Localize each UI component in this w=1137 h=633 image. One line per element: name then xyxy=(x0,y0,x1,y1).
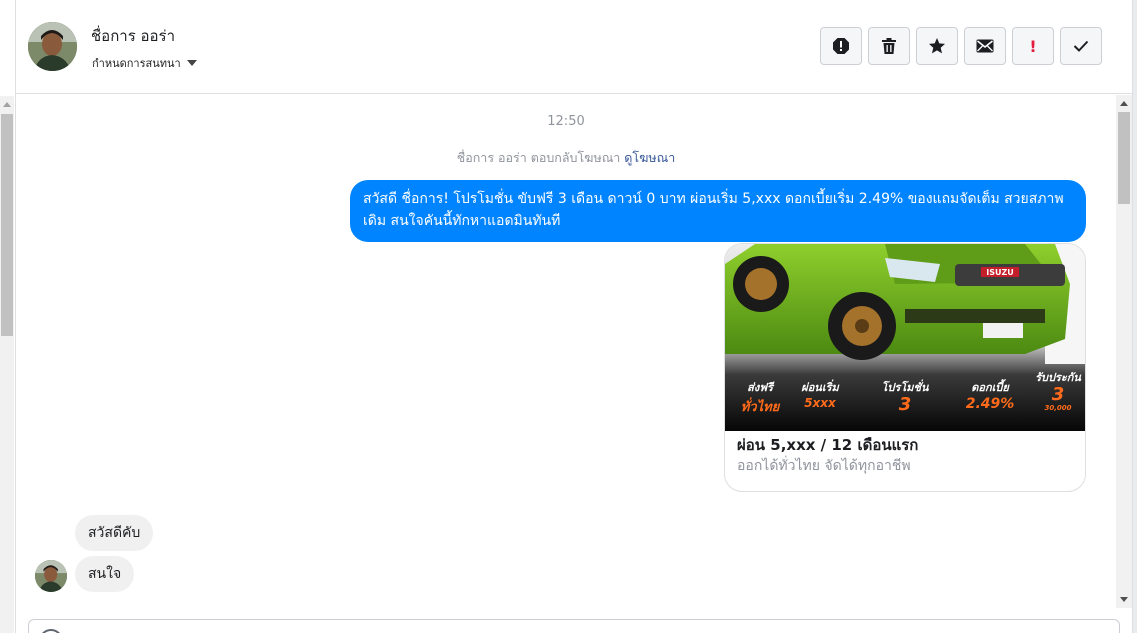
message-thread[interactable]: 12:50 ชื่อการ ออร่า ตอบกลับโฆษณา ดูโฆษณา… xyxy=(16,95,1116,615)
caret-down-icon xyxy=(186,60,197,66)
check-icon xyxy=(1073,40,1089,52)
thread-scrollbar[interactable] xyxy=(1116,95,1132,608)
promo-installment-value: 5xxx xyxy=(804,396,836,410)
contact-name[interactable]: ชื่อการ ออร่า xyxy=(91,24,175,48)
incoming-message[interactable]: สวัสดีคับ xyxy=(75,515,154,551)
conversation-header: ชื่อการ ออร่า กำหนดการสนทนา ! xyxy=(16,0,1132,94)
promo-installment-label: ผ่อนเริ่ม xyxy=(801,381,839,394)
promo-free-shipping: ส่งฟรี xyxy=(747,381,773,394)
mail-icon xyxy=(976,39,994,53)
message-composer[interactable] xyxy=(28,619,1120,633)
conversation-panel: ชื่อการ ออร่า กำหนดการสนทนา ! 12:50 ชื่อ… xyxy=(15,0,1133,633)
promo-warranty-note: 30,000 xyxy=(1044,404,1072,412)
scrollbar-thumb[interactable] xyxy=(1118,112,1130,204)
delete-button[interactable] xyxy=(868,27,910,65)
avatar[interactable] xyxy=(28,22,77,71)
trash-icon xyxy=(882,38,896,54)
star-icon xyxy=(929,38,945,54)
scroll-up-arrow-icon[interactable] xyxy=(1120,101,1128,106)
mark-unread-button[interactable] xyxy=(964,27,1006,65)
emoji-icon[interactable] xyxy=(39,629,63,633)
promo-interest-value: 2.49% xyxy=(965,396,1015,412)
promo-interest-label: ดอกเบี้ย xyxy=(971,381,1009,394)
header-actions: ! xyxy=(820,27,1102,65)
promo-warranty-value: 3 xyxy=(1051,384,1065,405)
conversation-settings-label: กำหนดการสนทนา xyxy=(92,57,181,70)
mark-spam-button[interactable] xyxy=(820,27,862,65)
view-ad-link[interactable]: ดูโฆษณา xyxy=(624,150,675,165)
ad-reply-notice: ชื่อการ ออร่า ตอบกลับโฆษณา ดูโฆษณา xyxy=(16,148,1116,168)
conversation-settings-dropdown[interactable]: กำหนดการสนทนา xyxy=(92,54,197,72)
messenger-page: ชื่อการ ออร่า กำหนดการสนทนา ! 12:50 ชื่อ… xyxy=(0,0,1137,633)
mark-done-button[interactable] xyxy=(1060,27,1102,65)
promo-promotion-value: 3 xyxy=(898,394,912,415)
spam-alert-icon xyxy=(833,38,849,54)
message-timestamp: 12:50 xyxy=(547,114,585,129)
star-button[interactable] xyxy=(916,27,958,65)
ad-promo-strip: ส่งฟรี ทั่วไทย ผ่อนเริ่ม 5xxx โปรโมชั่น … xyxy=(725,371,1085,431)
ad-description: ออกได้ทั่วไทย จัดได้ทุกอาชีพ xyxy=(737,458,911,474)
ad-card[interactable]: ISUZU ส่งฟรี ทั่วไทย ผ่อนเริ่ม 5xxx โปรโ… xyxy=(724,243,1086,492)
ad-image: ISUZU ส่งฟรี ทั่วไทย ผ่อนเริ่ม 5xxx โปรโ… xyxy=(725,244,1085,431)
outgoing-message[interactable]: สวัสดี ชื่อการ! โปรโมชั่น ขับฟรี 3 เดือน… xyxy=(350,180,1086,242)
incoming-message[interactable]: สนใจ xyxy=(75,556,135,592)
mark-important-button[interactable]: ! xyxy=(1012,27,1054,65)
scroll-down-arrow-icon[interactable] xyxy=(1120,597,1128,602)
scroll-up-arrow-icon[interactable] xyxy=(3,102,11,107)
important-icon: ! xyxy=(1029,36,1037,56)
promo-nationwide: ทั่วไทย xyxy=(740,400,780,415)
page-scrollbar[interactable] xyxy=(0,96,14,633)
ad-brand-logo: ISUZU xyxy=(986,268,1014,277)
ad-reply-text: ชื่อการ ออร่า ตอบกลับโฆษณา xyxy=(456,150,625,165)
ad-title[interactable]: ผ่อน 5,xxx / 12 เดือนแรก xyxy=(737,433,918,457)
scrollbar-thumb[interactable] xyxy=(1,114,13,336)
window-edge xyxy=(1133,0,1137,633)
sender-avatar[interactable] xyxy=(35,560,67,592)
